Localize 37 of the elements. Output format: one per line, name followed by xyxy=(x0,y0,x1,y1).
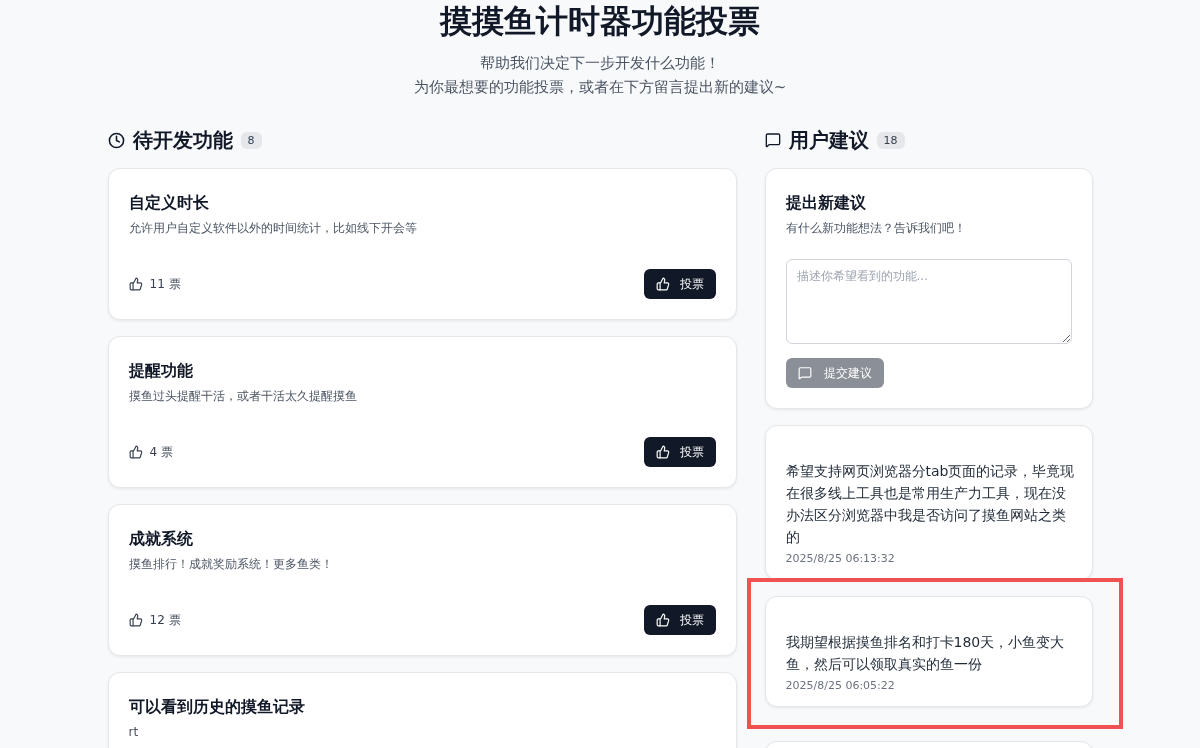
feature-title: 可以看到历史的摸鱼记录 xyxy=(128,696,306,718)
page-title: 摸摸鱼计时器功能投票 xyxy=(440,1,760,41)
suggestion-time: 2025/8/25 06:05:22 xyxy=(785,679,896,692)
section-title: 待开发功能 xyxy=(132,126,233,154)
count-badge: 18 xyxy=(876,131,905,149)
message-icon xyxy=(797,366,812,380)
vote-count: 12 票 xyxy=(149,611,181,629)
vote-count: 11 票 xyxy=(149,275,181,293)
thumbs-up-icon xyxy=(655,613,670,627)
suggestion-text: 我期望根据摸鱼排名和打卡180天，小鱼变大鱼，然后可以领取真实的鱼一份 xyxy=(785,633,1066,674)
feature-description: 摸鱼过头提醒干活，或者干活太久提醒摸鱼 xyxy=(128,388,358,405)
form-description: 有什么新功能想法？告诉我们吧！ xyxy=(785,220,967,237)
thumbs-up-icon xyxy=(128,445,143,459)
thumbs-up-icon xyxy=(655,277,670,291)
subtitle: 为你最想要的功能投票，或者在下方留言提出新的建议~ xyxy=(413,77,787,98)
vote-button[interactable]: 投票 xyxy=(643,605,716,635)
thumbs-up-icon xyxy=(655,445,670,459)
count-badge: 8 xyxy=(240,131,262,149)
vote-button[interactable]: 投票 xyxy=(643,269,716,299)
vote-button[interactable]: 投票 xyxy=(643,437,716,467)
feature-description: 摸鱼排行！成就奖励系统！更多鱼类！ xyxy=(128,556,334,573)
suggestion-input[interactable]: 描述你希望看到的功能... xyxy=(785,259,1072,344)
feature-description: 允许用户自定义软件以外的时间统计，比如线下开会等 xyxy=(128,220,418,237)
suggestion-text: 希望支持网页浏览器分tab页面的记录，毕竟现在很多线上工具也是常用生产力工具，现在没办法区分浏览器中我是否访问了摸鱼网站之类的 xyxy=(785,462,1076,547)
suggestion-time: 2025/8/25 06:13:32 xyxy=(785,552,896,565)
feature-title: 自定义时长 xyxy=(128,192,210,214)
message-icon xyxy=(764,132,781,148)
feature-title: 提醒功能 xyxy=(128,360,194,382)
subtitle: 帮助我们决定下一步开发什么功能！ xyxy=(480,53,720,74)
vote-count: 4 票 xyxy=(149,443,173,461)
section-title: 用户建议 xyxy=(788,126,869,154)
feature-title: 成就系统 xyxy=(128,528,194,550)
clock-icon xyxy=(107,131,125,149)
feature-description: rt xyxy=(128,724,140,741)
thumbs-up-icon xyxy=(128,277,143,291)
form-title: 提出新建议 xyxy=(785,192,867,214)
thumbs-up-icon xyxy=(128,613,143,627)
